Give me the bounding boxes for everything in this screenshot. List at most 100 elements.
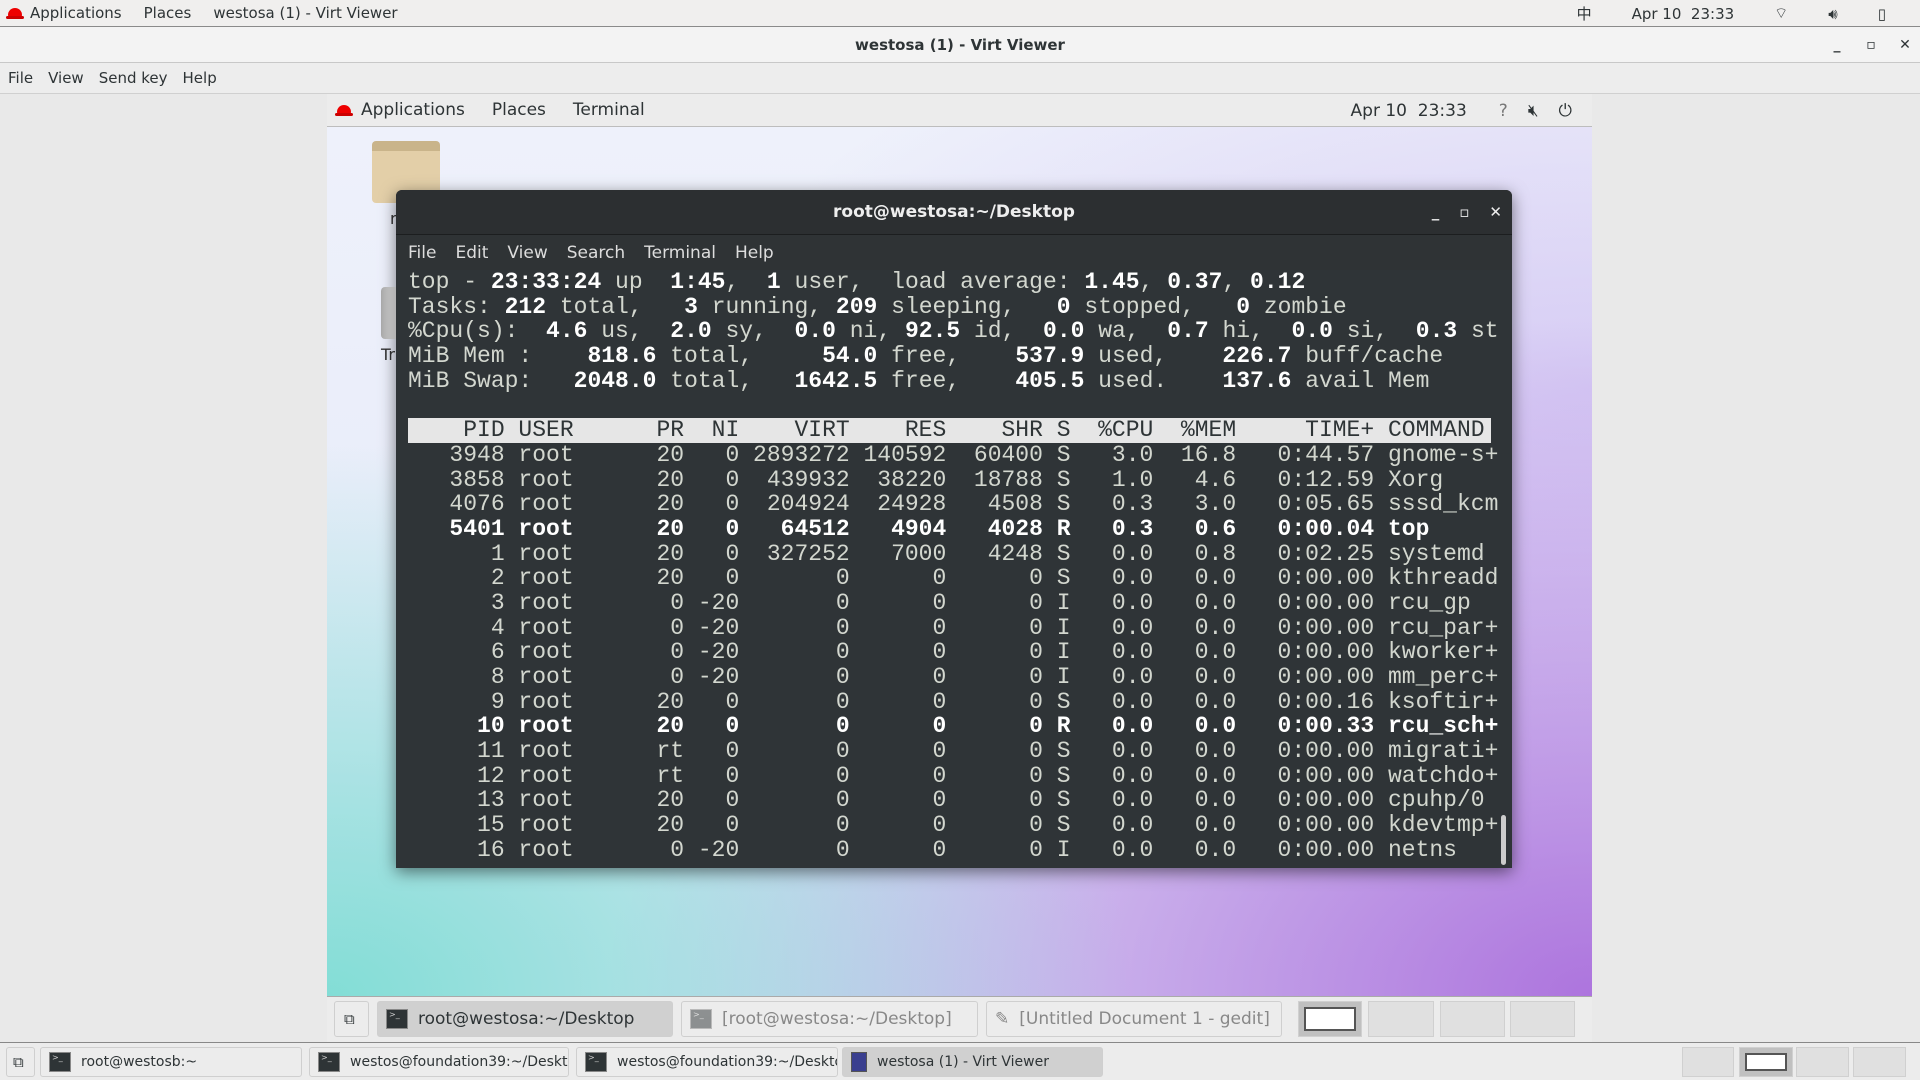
terminal-close-button[interactable]: ✕	[1489, 190, 1502, 235]
top-uptime-line: top - 23:33:24 up 1:45, 1 user, load ave…	[408, 269, 1306, 295]
terminal-icon	[585, 1052, 607, 1072]
process-row: 4 root 0 -20 0 0 0 I 0.0 0.0 0:00.00 rcu…	[408, 614, 1499, 641]
viewer-menu-view[interactable]: View	[48, 69, 84, 87]
terminal-menu-file[interactable]: File	[408, 243, 436, 263]
process-row: 3858 root 20 0 439932 38220 18788 S 1.0 …	[408, 466, 1444, 493]
process-row: 5401 root 20 0 64512 4904 4028 R 0.3 0.6…	[408, 515, 1430, 542]
terminal-title: root@westosa:~/Desktop	[833, 202, 1075, 222]
vm-show-desktop-button[interactable]: ⧉	[334, 1001, 369, 1037]
viewer-menu-help[interactable]: Help	[183, 69, 217, 87]
terminal-menu-edit[interactable]: Edit	[455, 243, 488, 263]
top-mem-line: MiB Mem : 818.6 total, 54.0 free, 537.9 …	[408, 343, 1444, 370]
process-row: 15 root 20 0 0 0 0 S 0.0 0.0 0:00.00 kde…	[408, 812, 1499, 839]
network-unknown-icon[interactable]: ?	[1499, 101, 1508, 121]
host-places-menu[interactable]: Places	[144, 4, 192, 22]
terminal-titlebar[interactable]: root@westosa:~/Desktop _ ▫ ✕	[396, 190, 1512, 235]
process-row: 3 root 0 -20 0 0 0 I 0.0 0.0 0:00.00 rcu…	[408, 589, 1471, 616]
process-row: 10 root 20 0 0 0 0 R 0.0 0.0 0:00.33 rcu…	[408, 713, 1499, 740]
battery-unknown-icon[interactable]: ▯	[1878, 5, 1886, 23]
vm-top-bar: Applications Places Terminal Apr 10 23:3…	[327, 94, 1592, 127]
task-label: westos@foundation39:~/Desktop	[617, 1054, 838, 1070]
terminal-menu-search[interactable]: Search	[567, 243, 625, 263]
process-table: 3948 root 20 0 2893272 140592 60400 S 3.…	[408, 443, 1498, 863]
vm-places-menu[interactable]: Places	[492, 100, 546, 120]
redhat-logo-icon	[6, 8, 24, 19]
task-label: [root@westosa:~/Desktop]	[722, 1009, 952, 1029]
input-method-indicator[interactable]: 中	[1577, 3, 1592, 24]
vm-task-gedit[interactable]: ✎ [Untitled Document 1 - gedit]	[986, 1001, 1282, 1037]
terminal-screen[interactable]: top - 23:33:24 up 1:45, 1 user, load ave…	[408, 269, 1499, 868]
process-row: 16 root 0 -20 0 0 0 I 0.0 0.0 0:00.00 ne…	[408, 836, 1457, 863]
terminal-menu-view[interactable]: View	[507, 243, 547, 263]
terminal-icon	[690, 1009, 712, 1029]
process-row: 8 root 0 -20 0 0 0 I 0.0 0.0 0:00.00 mm_…	[408, 664, 1499, 690]
host-workspace-1[interactable]	[1682, 1047, 1734, 1077]
terminal-scrollbar[interactable]	[1501, 815, 1506, 865]
process-row: 2 root 20 0 0 0 0 S 0.0 0.0 0:00.00 kthr…	[408, 565, 1499, 592]
show-desktop-icon: ⧉	[344, 1010, 355, 1028]
process-row: 13 root 20 0 0 0 0 S 0.0 0.0 0:00.00 cpu…	[408, 787, 1485, 814]
vm-terminal-menu[interactable]: Terminal	[573, 100, 645, 120]
vm-task-terminal-minimized[interactable]: [root@westosa:~/Desktop]	[681, 1001, 978, 1037]
volume-muted-icon[interactable]: 🔇︎	[1528, 101, 1539, 121]
vm-bottom-panel: ⧉ root@westosa:~/Desktop [root@westosa:~…	[327, 996, 1592, 1042]
viewer-maximize-button[interactable]: ▫	[1858, 27, 1884, 63]
vm-applications-menu[interactable]: Applications	[361, 100, 465, 120]
host-task-foundation-1[interactable]: westos@foundation39:~/Desktop	[309, 1047, 569, 1077]
task-label: [Untitled Document 1 - gedit]	[1019, 1009, 1270, 1029]
top-cpu-line: %Cpu(s): 4.6 us, 2.0 sy, 0.0 ni, 92.5 id…	[408, 318, 1499, 345]
host-applications-menu[interactable]: Applications	[30, 4, 122, 22]
terminal-menubar: File Edit View Search Terminal Help	[396, 235, 1512, 270]
vm-workspace-4[interactable]	[1510, 1001, 1575, 1037]
wifi-icon[interactable]: ⌔	[1774, 4, 1788, 23]
viewer-menu-file[interactable]: File	[8, 69, 33, 87]
terminal-maximize-button[interactable]: ▫	[1459, 190, 1469, 235]
terminal-menu-help[interactable]: Help	[735, 243, 774, 263]
process-row: 11 root rt 0 0 0 0 S 0.0 0.0 0:00.00 mig…	[408, 738, 1499, 765]
process-table-header: PID USER PR NI VIRT RES SHR S %CPU %MEM …	[408, 418, 1491, 443]
process-row: 6 root 0 -20 0 0 0 I 0.0 0.0 0:00.00 kwo…	[408, 639, 1499, 666]
show-desktop-icon: ⧉	[13, 1053, 24, 1071]
terminal-window[interactable]: root@westosa:~/Desktop _ ▫ ✕ File Edit V…	[396, 190, 1512, 868]
host-bottom-panel: ⧉ root@westosb:~ westos@foundation39:~/D…	[0, 1042, 1920, 1080]
viewer-titlebar: westosa (1) - Virt Viewer _ ▫ ✕	[0, 27, 1920, 63]
host-workspace-2[interactable]	[1739, 1047, 1793, 1077]
virt-viewer-icon	[851, 1052, 867, 1072]
viewer-close-button[interactable]: ✕	[1892, 27, 1918, 63]
process-row: 3948 root 20 0 2893272 140592 60400 S 3.…	[408, 441, 1499, 468]
host-task-westosb[interactable]: root@westosb:~	[40, 1047, 302, 1077]
task-label: root@westosb:~	[81, 1054, 198, 1070]
host-workspace-4[interactable]	[1853, 1047, 1906, 1077]
vm-clock[interactable]: Apr 10 23:33	[1351, 101, 1467, 121]
host-show-desktop-button[interactable]: ⧉	[6, 1047, 35, 1077]
vm-workspace-1[interactable]	[1298, 1001, 1362, 1037]
process-row: 12 root rt 0 0 0 0 S 0.0 0.0 0:00.00 wat…	[408, 762, 1499, 789]
viewer-menubar: File View Send key Help	[0, 63, 1920, 94]
host-window-menu[interactable]: westosa (1) - Virt Viewer	[213, 4, 397, 22]
terminal-icon	[318, 1052, 340, 1072]
process-row: 9 root 20 0 0 0 0 S 0.0 0.0 0:00.16 ksof…	[408, 688, 1499, 715]
terminal-menu-terminal[interactable]: Terminal	[644, 243, 716, 263]
task-label: westosa (1) - Virt Viewer	[877, 1054, 1049, 1070]
host-clock[interactable]: Apr 10 23:33	[1632, 5, 1735, 23]
host-task-virt-viewer[interactable]: westosa (1) - Virt Viewer	[842, 1047, 1103, 1077]
terminal-minimize-button[interactable]: _	[1432, 190, 1440, 235]
viewer-minimize-button[interactable]: _	[1824, 27, 1850, 63]
power-icon[interactable]: ⏻	[1559, 101, 1572, 121]
terminal-icon	[386, 1009, 408, 1029]
vm-workspace-2[interactable]	[1368, 1001, 1434, 1037]
vm-task-terminal-active[interactable]: root@westosa:~/Desktop	[377, 1001, 673, 1037]
host-task-foundation-2[interactable]: westos@foundation39:~/Desktop	[576, 1047, 838, 1077]
volume-icon[interactable]: 🔊︎	[1828, 5, 1837, 23]
task-label: root@westosa:~/Desktop	[418, 1009, 635, 1029]
host-top-bar: Applications Places westosa (1) - Virt V…	[0, 0, 1920, 27]
top-swap-line: MiB Swap: 2048.0 total, 1642.5 free, 405…	[408, 367, 1430, 394]
process-row: 1 root 20 0 327252 7000 4248 S 0.0 0.8 0…	[408, 540, 1485, 567]
host-workspace-3[interactable]	[1796, 1047, 1849, 1077]
viewer-menu-send-key[interactable]: Send key	[99, 69, 168, 87]
vm-workspace-3[interactable]	[1440, 1001, 1505, 1037]
viewer-title: westosa (1) - Virt Viewer	[855, 36, 1065, 54]
terminal-icon	[49, 1052, 71, 1072]
gedit-icon: ✎	[995, 1009, 1010, 1029]
